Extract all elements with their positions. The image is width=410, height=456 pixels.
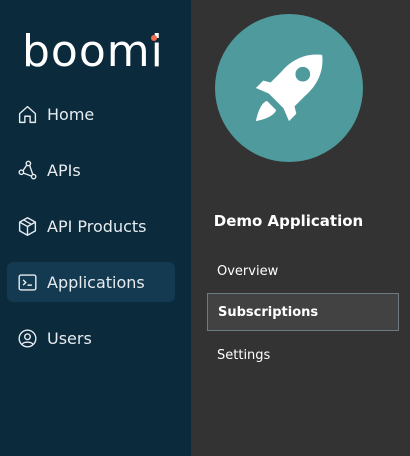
boomi-logo[interactable]: boomi — [22, 30, 164, 74]
terminal-icon — [16, 271, 38, 293]
sidebar-item-label: Users — [47, 328, 92, 348]
main-panel: Demo Application Overview Subscriptions … — [191, 0, 410, 456]
sidebar-item-applications[interactable]: Applications — [7, 262, 175, 302]
sidebar-item-api-products[interactable]: API Products — [7, 206, 175, 246]
box-icon — [16, 215, 38, 237]
home-icon — [16, 103, 38, 125]
sidebar-item-apis[interactable]: APIs — [7, 150, 175, 190]
sidebar-item-label: API Products — [47, 216, 147, 236]
logo-dot — [151, 35, 157, 41]
sidebar-item-label: Applications — [47, 272, 145, 292]
sidebar-item-label: APIs — [47, 160, 81, 180]
tab-label: Settings — [217, 347, 271, 363]
tab-label: Overview — [217, 263, 279, 279]
sidebar: boomi Home APIs API Products Application… — [0, 0, 191, 456]
sidebar-item-users[interactable]: Users — [7, 318, 175, 358]
logo-text: boomi — [22, 26, 164, 77]
application-title: Demo Application — [213, 212, 364, 230]
sidebar-item-label: Home — [47, 104, 95, 124]
user-circle-icon — [16, 327, 38, 349]
tab-settings[interactable]: Settings — [207, 336, 397, 374]
tab-label: Subscriptions — [218, 304, 319, 320]
sidebar-item-home[interactable]: Home — [7, 94, 175, 134]
application-avatar — [215, 14, 363, 162]
tab-overview[interactable]: Overview — [207, 252, 397, 290]
rocket-icon — [255, 54, 323, 122]
tab-subscriptions[interactable]: Subscriptions — [207, 293, 399, 331]
api-nodes-icon — [16, 159, 38, 181]
